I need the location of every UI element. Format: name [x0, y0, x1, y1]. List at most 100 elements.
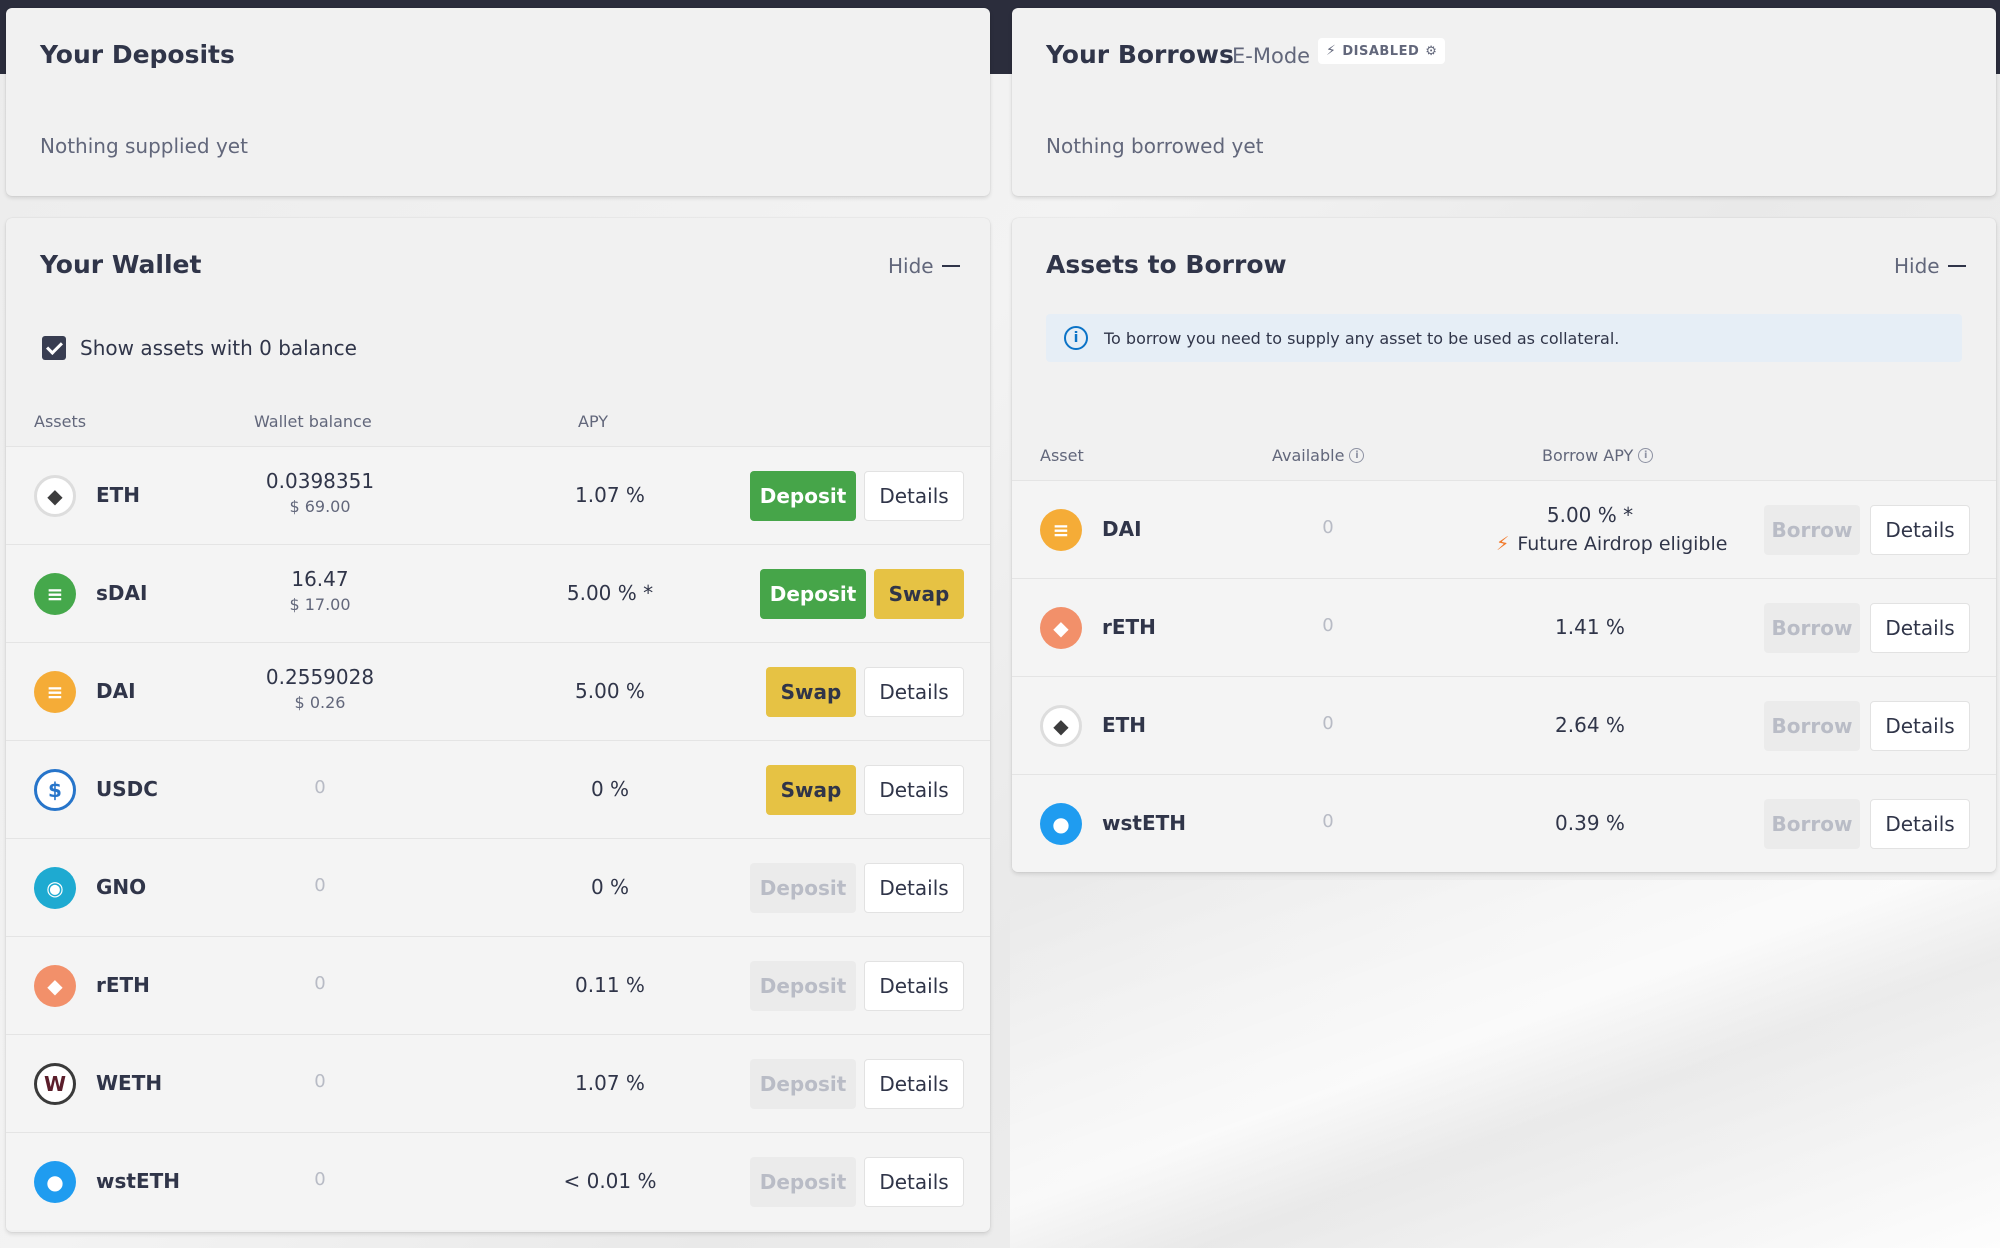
borrows-card: Your Borrows E-Mode ⚡ DISABLED ⚙ Nothing…	[1012, 8, 1996, 196]
details-button[interactable]: Details	[1870, 701, 1970, 751]
asset-name: sDAI	[96, 581, 148, 605]
balance-usd: $ 17.00	[289, 595, 351, 614]
available-amount: 0	[1322, 811, 1334, 832]
reth-icon: ◆	[1040, 607, 1082, 649]
balance-usd: $ 0.26	[294, 693, 346, 712]
balance-usd: $ 69.00	[289, 497, 351, 516]
balance-amount: 0	[314, 1071, 326, 1092]
available-amount: 0	[1322, 517, 1334, 538]
asset-name: wstETH	[1102, 811, 1186, 835]
minus-icon	[1947, 265, 1966, 267]
assets-to-borrow-card: Assets to Borrow Hide i To borrow you ne…	[1012, 218, 1996, 872]
borrow-button: Borrow	[1764, 701, 1860, 751]
asset-name: DAI	[96, 679, 136, 703]
borrow-apy-value: 0.39 %	[1555, 811, 1625, 835]
info-icon[interactable]: i	[1638, 448, 1654, 463]
usdc-icon: $	[34, 769, 76, 811]
background-decoration	[1010, 880, 2000, 1248]
details-button[interactable]: Details	[864, 765, 964, 815]
asset-name: GNO	[96, 875, 147, 899]
col-header-wallet-balance: Wallet balance	[254, 412, 372, 431]
borrow-hide-button[interactable]: Hide	[1894, 254, 1966, 278]
checkbox-checked-icon[interactable]	[42, 336, 66, 360]
balance-amount: 0.0398351	[265, 469, 375, 493]
col-header-apy: APY	[578, 412, 609, 431]
table-row: ◆ ETH 0.0398351 $ 69.00 1.07 % Deposit Details	[6, 446, 990, 544]
emode-label: E-Mode	[1232, 44, 1311, 68]
asset-name: rETH	[1102, 615, 1156, 639]
collateral-info-alert: i To borrow you need to supply any asset…	[1046, 314, 1962, 362]
details-button[interactable]: Details	[864, 1157, 964, 1207]
swap-button[interactable]: Swap	[766, 667, 856, 717]
table-row: W WETH 0 1.07 % Deposit Details	[6, 1034, 990, 1132]
deposits-empty-text: Nothing supplied yet	[40, 134, 248, 158]
balance-amount: 0	[314, 973, 326, 994]
reth-icon: ◆	[34, 965, 76, 1007]
available-amount: 0	[1322, 615, 1334, 636]
borrow-button: Borrow	[1764, 799, 1860, 849]
borrow-apy-value: 1.41 %	[1555, 615, 1625, 639]
table-row: ≡ DAI 0 5.00 % * ⚡ Future Airdrop eligible Bor…	[1012, 480, 1996, 578]
asset-name: wstETH	[96, 1169, 180, 1193]
collateral-info-text: To borrow you need to supply any asset t…	[1104, 328, 1620, 348]
table-row: ◆ rETH 0 0.11 % Deposit Details	[6, 936, 990, 1034]
minus-icon	[941, 265, 960, 267]
apy-value: 1.07 %	[575, 483, 645, 507]
details-button[interactable]: Details	[864, 667, 964, 717]
swap-button[interactable]: Swap	[874, 569, 964, 619]
col-header-available-label: Available	[1272, 446, 1345, 465]
details-button[interactable]: Details	[1870, 603, 1970, 653]
apy-value: 5.00 %	[575, 679, 645, 703]
borrows-title: Your Borrows	[1046, 40, 1234, 69]
weth-icon: W	[34, 1063, 76, 1105]
emode-badge[interactable]: ⚡ DISABLED ⚙	[1318, 38, 1446, 64]
deposit-button: Deposit	[750, 1059, 856, 1109]
borrow-apy-value: 2.64 %	[1555, 713, 1625, 737]
details-button[interactable]: Details	[864, 961, 964, 1011]
table-row: ≡ sDAI 16.47 $ 17.00 5.00 % * Deposit Swap	[6, 544, 990, 642]
balance-amount: 0	[314, 875, 326, 896]
apy-value: 0 %	[590, 777, 630, 801]
wallet-hide-button[interactable]: Hide	[888, 254, 960, 278]
table-row: ◉ GNO 0 0 % Deposit Details	[6, 838, 990, 936]
details-button[interactable]: Details	[864, 863, 964, 913]
table-row: ● wstETH 0 < 0.01 % Deposit Details	[6, 1132, 990, 1230]
gear-icon: ⚙	[1425, 43, 1438, 59]
deposit-button: Deposit	[750, 1157, 856, 1207]
wsteth-icon: ●	[1040, 803, 1082, 845]
details-button[interactable]: Details	[864, 1059, 964, 1109]
swap-button[interactable]: Swap	[766, 765, 856, 815]
asset-name: USDC	[96, 777, 158, 801]
dai-icon: ≡	[1040, 509, 1082, 551]
gno-icon: ◉	[34, 867, 76, 909]
col-header-borrow-apy-label: Borrow APY	[1542, 446, 1634, 465]
col-header-available: Available i	[1272, 446, 1365, 465]
details-button[interactable]: Details	[864, 471, 964, 521]
borrow-apy-value: 5.00 % *	[1546, 503, 1634, 527]
emode-badge-label: DISABLED	[1342, 43, 1420, 59]
deposit-button[interactable]: Deposit	[750, 471, 856, 521]
deposit-button[interactable]: Deposit	[760, 569, 866, 619]
details-button[interactable]: Details	[1870, 799, 1970, 849]
wallet-card: Your Wallet Hide Show assets with 0 bala…	[6, 218, 990, 1232]
table-row: $ USDC 0 0 % Swap Details	[6, 740, 990, 838]
table-row: ≡ DAI 0.2559028 $ 0.26 5.00 % Swap Details	[6, 642, 990, 740]
deposits-card: Your Deposits Nothing supplied yet	[6, 8, 990, 196]
deposits-title: Your Deposits	[40, 40, 235, 69]
apy-value: 5.00 % *	[566, 581, 654, 605]
wallet-hide-label: Hide	[888, 254, 934, 278]
asset-name: WETH	[96, 1071, 163, 1095]
apy-value: < 0.01 %	[563, 1169, 657, 1193]
asset-name: ETH	[1102, 713, 1147, 737]
asset-name: DAI	[1102, 517, 1142, 541]
info-icon[interactable]: i	[1349, 448, 1365, 463]
details-button[interactable]: Details	[1870, 505, 1970, 555]
show-zero-balance-toggle[interactable]: Show assets with 0 balance	[42, 336, 357, 360]
wsteth-icon: ●	[34, 1161, 76, 1203]
col-header-borrow-apy: Borrow APY i	[1542, 446, 1654, 465]
sdai-icon: ≡	[34, 573, 76, 615]
table-row: ◆ rETH 0 1.41 % Borrow Details	[1012, 578, 1996, 676]
wallet-balance: 0.0398351 $ 69.00	[220, 469, 420, 516]
col-header-asset: Asset	[1040, 446, 1084, 465]
wallet-title: Your Wallet	[40, 250, 202, 279]
